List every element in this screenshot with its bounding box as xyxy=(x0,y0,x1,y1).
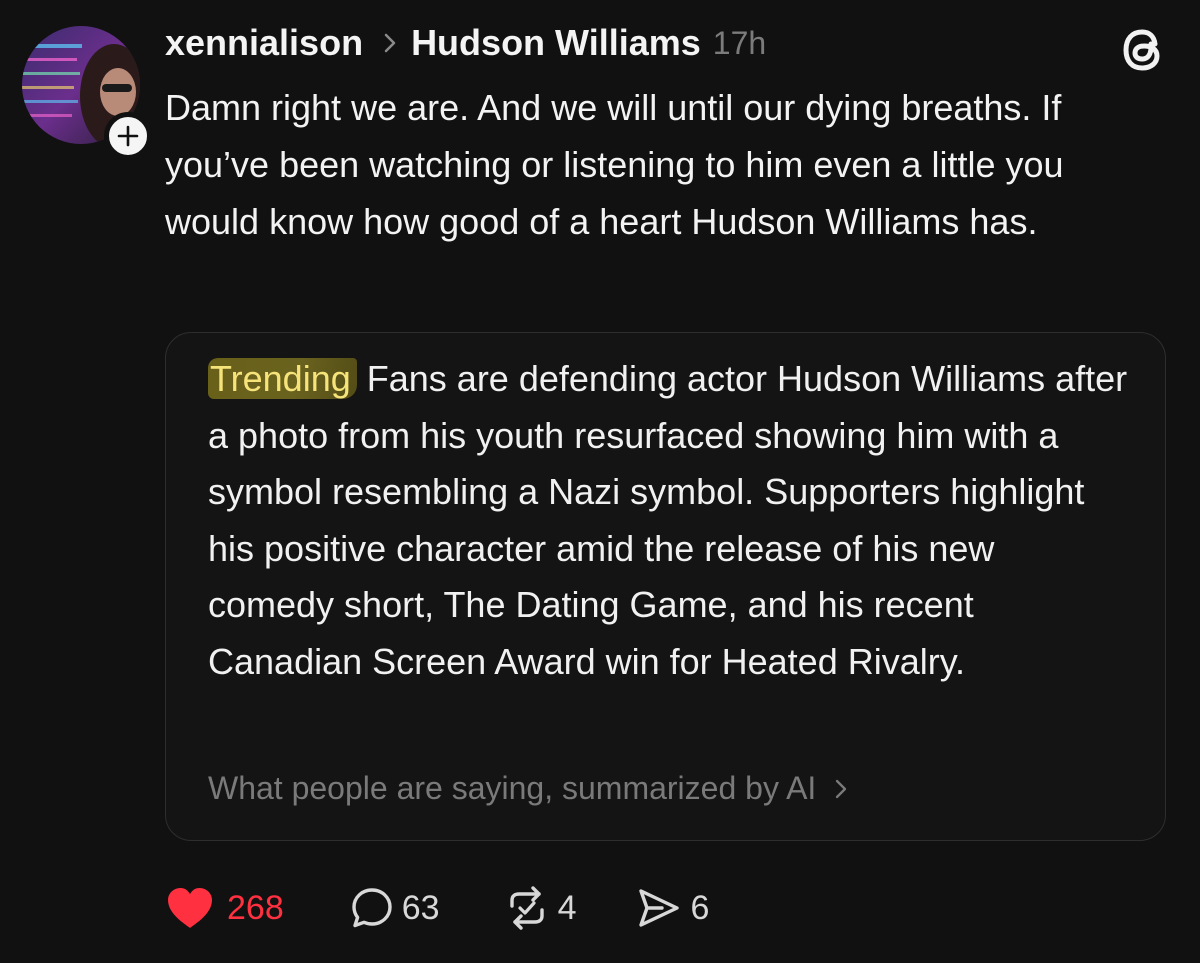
ai-summary-label: What people are saying, summarized by AI xyxy=(208,770,817,806)
post-actions: 268 63 4 6 xyxy=(165,880,709,936)
comment-bubble-icon xyxy=(352,888,392,928)
like-count: 268 xyxy=(227,888,284,927)
share-count: 6 xyxy=(690,888,710,927)
author-avatar-container xyxy=(22,26,152,160)
reply-to-username[interactable]: Hudson Williams xyxy=(411,22,701,64)
like-button[interactable]: 268 xyxy=(165,886,284,930)
post-body: Damn right we are. And we will until our… xyxy=(165,87,1064,242)
repost-icon xyxy=(509,886,544,930)
trending-summary-card[interactable]: Trending Fans are defending actor Hudson… xyxy=(165,332,1166,841)
chevron-right-icon xyxy=(834,778,848,800)
share-button[interactable]: 6 xyxy=(636,886,709,930)
follow-button[interactable] xyxy=(104,112,152,160)
post-header: xennialison Hudson Williams 17h xyxy=(165,20,766,66)
heart-icon xyxy=(168,888,212,928)
summary-text: Fans are defending actor Hudson Williams… xyxy=(208,358,1128,682)
chevron-right-icon xyxy=(383,32,397,54)
ai-summary-link[interactable]: What people are saying, summarized by AI xyxy=(208,770,848,807)
reply-count: 63 xyxy=(401,888,440,927)
trending-tag: Trending xyxy=(208,358,357,399)
send-icon xyxy=(639,889,680,927)
trending-summary-text: Trending Fans are defending actor Hudson… xyxy=(208,351,1128,690)
repost-button[interactable]: 4 xyxy=(504,886,577,930)
reply-button[interactable]: 63 xyxy=(350,886,440,930)
threads-logo-icon[interactable] xyxy=(1115,22,1169,76)
plus-icon xyxy=(117,125,139,147)
author-username[interactable]: xennialison xyxy=(165,22,363,64)
repost-count: 4 xyxy=(557,888,577,927)
post-timestamp: 17h xyxy=(712,24,767,61)
